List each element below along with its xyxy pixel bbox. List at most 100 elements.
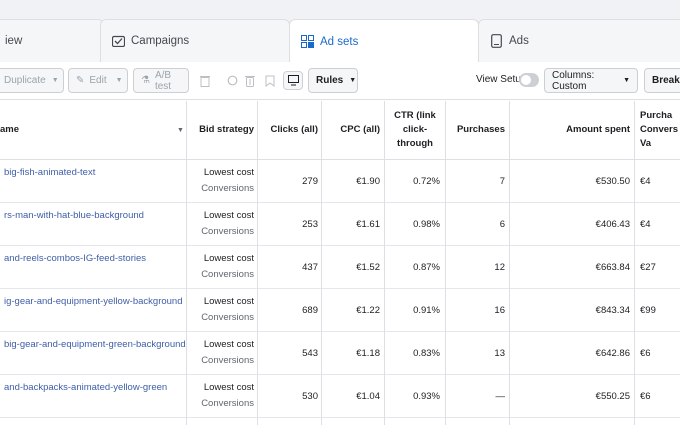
columns-label: Columns: Custom [552, 69, 595, 92]
column-header-ctr[interactable]: CTR (link click-through [390, 101, 440, 159]
ctr-value: 0.72% [413, 175, 440, 187]
conv-value: €27 [640, 261, 656, 273]
column-divider [509, 101, 510, 425]
undo-icon[interactable] [224, 71, 240, 90]
ad-set-name-link[interactable]: ig-gear-and-equipment-yellow-background [0, 289, 184, 331]
column-header-name-label: ame [0, 124, 20, 135]
bid-strategy-cell: Lowest cost Conversions [186, 289, 254, 331]
column-header-name[interactable]: ame [0, 101, 186, 159]
conv-value: €4 [640, 218, 651, 230]
ad-set-name-link[interactable]: and-reels-combos-IG-feed-stories [0, 246, 184, 288]
columns-button[interactable]: Columns: Custom ▼ [544, 68, 638, 93]
table-row[interactable]: and-backpacks-animated-yellow-green Lowe… [0, 375, 680, 418]
column-divider [321, 101, 322, 425]
amount-spent-cell: €843.34 [510, 289, 630, 331]
purchases-value: 6 [499, 218, 505, 230]
column-divider [634, 101, 635, 425]
cpc-cell: €1.22 [322, 289, 380, 331]
cpc-cell: €1.90 [322, 160, 380, 202]
purchases-value: 12 [494, 261, 505, 273]
tab-ads[interactable]: Ads [478, 19, 680, 62]
bid-strategy-cell: Lowest cost Conversions [186, 203, 254, 245]
cpc-cell: €1.18 [322, 332, 380, 374]
ctr-cell: 0.87% [386, 246, 440, 288]
breakdown-button[interactable]: Breakdo [644, 68, 680, 93]
ad-device-icon [489, 34, 503, 48]
bid-strategy-value: Lowest cost [203, 296, 254, 307]
column-header-cpc[interactable]: CPC (all) [322, 101, 380, 159]
tab-ad-sets-label: Ad sets [320, 35, 359, 48]
ad-set-name-link[interactable]: and-backpacks-animated-yellow-green [0, 375, 184, 417]
tab-bar: iew Campaigns Ad sets Ads [0, 0, 680, 63]
tab-campaigns-label: Campaigns [131, 35, 190, 47]
conversion-value-cell: €6 [640, 332, 680, 374]
column-header-clicks-label: Clicks (all) [270, 124, 318, 135]
tab-ad-sets[interactable]: Ad sets [289, 19, 479, 63]
rules-button[interactable]: Rules ▼ [308, 68, 358, 93]
cpc-cell: €1.61 [322, 203, 380, 245]
ctr-value: 0.87% [413, 261, 440, 273]
column-header-clicks[interactable]: Clicks (all) [258, 101, 318, 159]
amount-spent-cell: €663.84 [510, 246, 630, 288]
bid-strategy-cell: Lowest cost Conversions [186, 160, 254, 202]
column-header-conversion-value[interactable]: Purcha Convers Va [640, 101, 680, 159]
preview-icon[interactable] [283, 71, 303, 90]
table-row[interactable]: big-fish-animated-text Lowest cost Conve… [0, 160, 680, 203]
tab-overview[interactable]: iew [0, 19, 104, 62]
conversion-value-cell: €99 [640, 289, 680, 331]
delete-icon[interactable] [242, 71, 258, 90]
view-setup-toggle[interactable] [519, 73, 539, 87]
bid-strategy-type: Conversions [201, 183, 254, 194]
ab-test-button[interactable]: ⚗ A/B test [133, 68, 189, 93]
column-header-purchases[interactable]: Purchases [446, 101, 505, 159]
column-header-amount-spent[interactable]: Amount spent [510, 101, 630, 159]
clicks-value: 253 [302, 218, 318, 230]
bid-strategy-value: Lowest cost [203, 253, 254, 264]
spent-value: €406.43 [595, 218, 630, 230]
name-value: big-fish-animated-text [4, 167, 96, 178]
ctr-cell: 0.98% [386, 203, 440, 245]
column-header-conversion-value-label: Purcha Convers Va [640, 110, 679, 149]
clicks-cell: 253 [258, 203, 318, 245]
flask-icon: ⚗ [141, 75, 150, 86]
conv-value: €6 [640, 347, 651, 359]
amount-spent-cell: €530.50 [510, 160, 630, 202]
clicks-value: 530 [302, 390, 318, 402]
cpc-value: €1.04 [356, 390, 380, 402]
table-header: ame ▼ Bid strategy Clicks (all) CPC (all… [0, 101, 680, 160]
column-header-bid-strategy[interactable]: Bid strategy [186, 101, 254, 159]
conv-value: €6 [640, 390, 651, 402]
name-value: and-backpacks-animated-yellow-green [4, 382, 168, 393]
purchases-value: 13 [494, 347, 505, 359]
bid-strategy-type: Conversions [201, 398, 254, 409]
trash-icon[interactable] [197, 71, 213, 90]
ad-sets-grid-icon [300, 35, 314, 49]
ad-set-name-link[interactable]: big-gear-and-equipment-green-background [0, 332, 186, 374]
tab-campaigns[interactable]: Campaigns [100, 19, 290, 62]
name-value: big-gear-and-equipment-green-background [4, 339, 186, 350]
name-value: ig-gear-and-equipment-yellow-background [4, 296, 183, 307]
breakdown-label: Breakdo [652, 75, 680, 86]
sort-arrow-icon[interactable]: ▼ [177, 127, 184, 134]
column-divider [257, 101, 258, 425]
bid-strategy-value: Lowest cost [203, 167, 254, 178]
tab-ads-label: Ads [509, 35, 529, 47]
bid-strategy-type: Conversions [201, 269, 254, 280]
bid-strategy-cell: Lowest cost Conversions [186, 246, 254, 288]
duplicate-button[interactable]: Duplicate ▼ [0, 68, 64, 93]
amount-spent-cell: €406.43 [510, 203, 630, 245]
tag-icon[interactable] [262, 71, 278, 90]
edit-button[interactable]: ✎ Edit ▼ [68, 68, 128, 93]
table-row[interactable]: and-reels-combos-IG-feed-stories Lowest … [0, 246, 680, 289]
tab-overview-label: iew [5, 35, 23, 47]
ad-set-name-link[interactable]: big-fish-animated-text [0, 160, 184, 202]
conv-value: €4 [640, 175, 651, 187]
table-row[interactable]: ig-gear-and-equipment-yellow-background … [0, 289, 680, 332]
clicks-value: 437 [302, 261, 318, 273]
conversion-value-cell: €4 [640, 160, 680, 202]
table-row[interactable]: rs-man-with-hat-blue-background Lowest c… [0, 203, 680, 246]
edit-label: Edit [89, 75, 107, 86]
ab-test-label: A/B test [154, 69, 172, 92]
ad-set-name-link[interactable]: rs-man-with-hat-blue-background [0, 203, 184, 245]
table-row[interactable]: big-gear-and-equipment-green-background … [0, 332, 680, 375]
